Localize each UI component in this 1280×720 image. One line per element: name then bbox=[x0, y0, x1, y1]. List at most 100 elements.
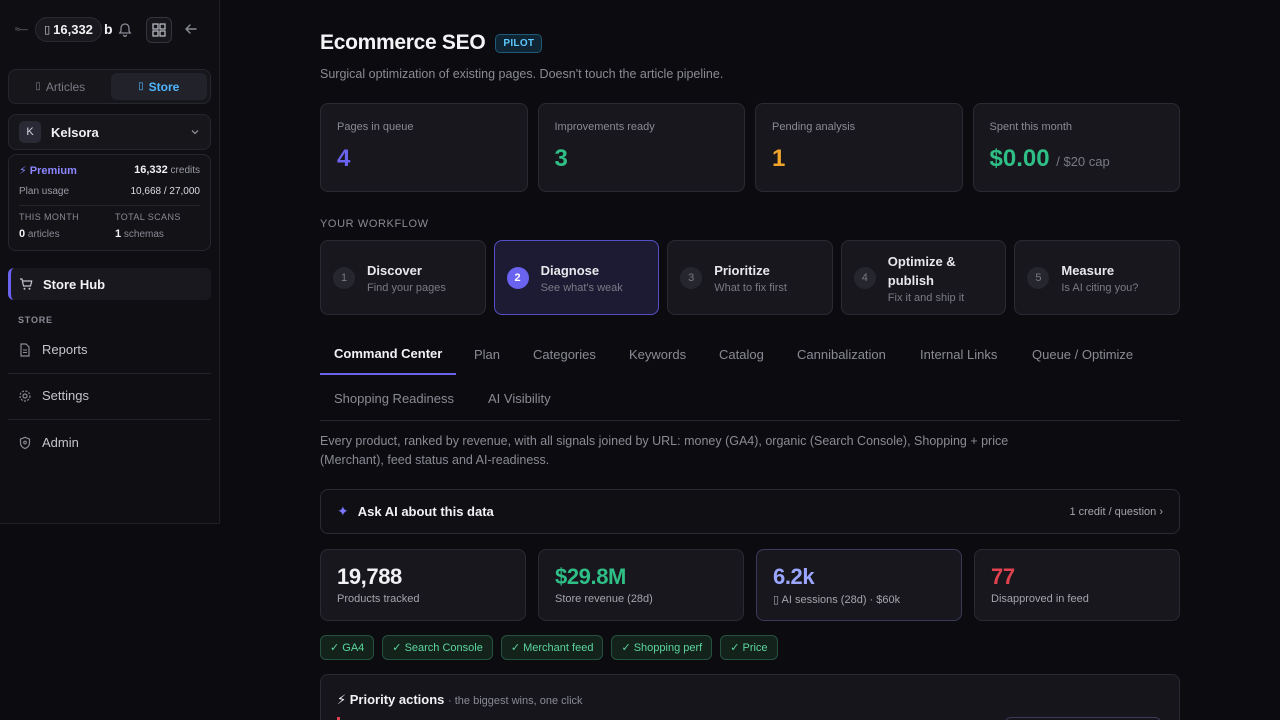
kpi-products-tracked[interactable]: 19,788 Products tracked bbox=[320, 549, 526, 621]
mode-store-tab[interactable]: ▯ Store bbox=[110, 73, 207, 100]
workflow-step-optimize[interactable]: 4 Optimize & publish Fix it and ship it bbox=[840, 240, 1007, 315]
step-text: Measure Is AI citing you? bbox=[1061, 261, 1138, 294]
this-month-label: THIS MONTH bbox=[19, 212, 79, 222]
plan-credits: 16,332 credits bbox=[134, 164, 200, 176]
store-avatar: K bbox=[19, 121, 41, 143]
workflow-step-measure[interactable]: 5 Measure Is AI citing you? bbox=[1014, 240, 1180, 315]
stat-spent-this-month[interactable]: Spent this month $0.00 / $20 cap bbox=[972, 103, 1180, 192]
source-pill-search-console[interactable]: ✓ Search Console bbox=[382, 635, 493, 660]
kpi-label: Products tracked bbox=[337, 593, 420, 605]
step-number: 4 bbox=[853, 266, 876, 289]
step-number: 3 bbox=[680, 266, 703, 289]
step-subtitle: What to fix first bbox=[714, 282, 787, 294]
sidebar: ≈— ▯ 16,332 b ▯ Articles ▯ Store K Kelso… bbox=[0, 0, 220, 524]
workflow-step-prioritize[interactable]: 3 Prioritize What to fix first bbox=[667, 240, 833, 315]
ask-ai-bar[interactable]: ✦ Ask AI about this data 1 credit / ques… bbox=[320, 489, 1180, 534]
tab-internal-links[interactable]: Internal Links bbox=[920, 333, 997, 375]
kpi-value: 19,788 bbox=[337, 564, 402, 589]
stat-cards: Pages in queue 4 Improvements ready 3 Pe… bbox=[320, 103, 1180, 192]
tab-shopping-readiness[interactable]: Shopping Readiness bbox=[334, 377, 454, 419]
plan-divider bbox=[19, 205, 200, 206]
nav-reports[interactable]: Reports bbox=[18, 342, 88, 357]
total-scans-count: 1 bbox=[115, 228, 122, 240]
this-month-value: 0 articles bbox=[19, 228, 60, 240]
nav-admin[interactable]: Admin bbox=[18, 435, 79, 450]
page-title: Ecommerce SEO bbox=[320, 31, 486, 54]
credits-pill[interactable]: ▯ 16,332 bbox=[35, 17, 102, 42]
plan-usage-label: Plan usage bbox=[19, 186, 70, 197]
chevron-down-icon bbox=[191, 130, 199, 135]
step-text: Prioritize What to fix first bbox=[714, 261, 787, 294]
source-pill-price[interactable]: ✓ Price bbox=[720, 635, 778, 660]
priority-heading: ⚡ Priority actions · the biggest wins, o… bbox=[337, 692, 583, 708]
ask-ai-cost: 1 credit / question › bbox=[1069, 505, 1163, 518]
total-scans-unit: schemas bbox=[123, 229, 164, 240]
tab-catalog[interactable]: Catalog bbox=[719, 333, 764, 375]
priority-actions-panel: ⚡ Priority actions · the biggest wins, o… bbox=[320, 674, 1180, 720]
workflow-step-diagnose[interactable]: 2 Diagnose See what's weak bbox=[493, 240, 660, 315]
step-subtitle: Find your pages bbox=[367, 282, 446, 294]
nav-store-hub[interactable]: Store Hub bbox=[8, 268, 211, 300]
plan-tier: ⚡ Premium bbox=[19, 165, 77, 177]
mode-store-label: Store bbox=[148, 79, 180, 94]
page-header: Ecommerce SEO PILOT bbox=[320, 31, 543, 55]
spent-amount: $0.00 bbox=[989, 145, 1050, 172]
stat-value: 4 bbox=[337, 145, 351, 172]
stat-improvements-ready[interactable]: Improvements ready 3 bbox=[537, 103, 745, 192]
arrow-left-icon[interactable] bbox=[183, 21, 199, 37]
tab-ai-visibility[interactable]: AI Visibility bbox=[488, 377, 551, 419]
section-description: Every product, ranked by revenue, with a… bbox=[320, 434, 1009, 467]
stat-value: 1 bbox=[772, 145, 786, 172]
stat-pending-analysis[interactable]: Pending analysis 1 bbox=[755, 103, 963, 192]
workflow-steps: 1 Discover Find your pages 2 Diagnose Se… bbox=[320, 240, 1180, 315]
step-text: Optimize & publish Fix it and ship it bbox=[888, 252, 984, 304]
stat-pages-in-queue[interactable]: Pages in queue 4 bbox=[320, 103, 528, 192]
kpi-disapproved-in-feed[interactable]: 77 Disapproved in feed bbox=[974, 549, 1180, 621]
bell-icon[interactable] bbox=[117, 21, 133, 38]
data-source-pills: ✓ GA4 ✓ Search Console ✓ Merchant feed ✓… bbox=[320, 635, 778, 660]
step-title: Optimize & publish bbox=[887, 253, 956, 288]
tab-keywords[interactable]: Keywords bbox=[629, 333, 686, 375]
step-title: Prioritize bbox=[714, 263, 770, 278]
stat-value: $0.00 / $20 cap bbox=[990, 145, 1110, 173]
nav-divider bbox=[8, 419, 211, 420]
nav-settings[interactable]: Settings bbox=[18, 388, 89, 403]
tab-cannibalization[interactable]: Cannibalization bbox=[797, 333, 886, 375]
kpi-ai-sessions[interactable]: 6.2k ▯ AI sessions (28d) · $60k bbox=[756, 549, 962, 621]
store-icon: ▯ bbox=[138, 81, 144, 92]
workflow-step-discover[interactable]: 1 Discover Find your pages bbox=[320, 240, 486, 315]
ask-ai-label: Ask AI about this data bbox=[357, 504, 494, 519]
workflow-heading: YOUR WORKFLOW bbox=[320, 218, 429, 230]
sidebar-topbar: ≈— ▯ 16,332 b bbox=[0, 0, 219, 60]
total-scans-label: TOTAL SCANS bbox=[115, 212, 181, 222]
total-scans-value: 1 schemas bbox=[115, 228, 164, 240]
tab-plan[interactable]: Plan bbox=[474, 333, 500, 375]
step-number: 1 bbox=[333, 266, 355, 289]
tab-categories[interactable]: Categories bbox=[533, 333, 596, 375]
user-initial[interactable]: b bbox=[104, 21, 113, 37]
step-number: 5 bbox=[1027, 266, 1050, 289]
store-selector[interactable]: K Kelsora bbox=[8, 114, 211, 150]
tab-queue-optimize[interactable]: Queue / Optimize bbox=[1032, 333, 1133, 375]
sparkle-icon: ✦ bbox=[337, 503, 349, 519]
source-pill-shopping-perf[interactable]: ✓ Shopping perf bbox=[611, 635, 713, 660]
step-subtitle: Fix it and ship it bbox=[887, 291, 965, 304]
this-month-unit: articles bbox=[27, 229, 60, 240]
stat-value: 3 bbox=[554, 145, 568, 172]
credits-icon: ▯ bbox=[44, 24, 51, 36]
kpi-cards: 19,788 Products tracked $29.8M Store rev… bbox=[320, 549, 1180, 621]
source-pill-ga4[interactable]: ✓ GA4 bbox=[320, 635, 375, 660]
nav-divider bbox=[8, 373, 211, 374]
mode-articles-tab[interactable]: ▯ Articles bbox=[12, 73, 109, 100]
logo[interactable]: ≈— bbox=[15, 24, 28, 34]
step-text: Discover Find your pages bbox=[367, 261, 446, 294]
plan-usage-value: 10,668 / 27,000 bbox=[130, 186, 200, 197]
apps-grid-button[interactable] bbox=[146, 17, 172, 43]
plan-credits-unit: credits bbox=[170, 165, 200, 176]
nav-admin-label: Admin bbox=[42, 435, 79, 450]
tab-command-center[interactable]: Command Center bbox=[320, 333, 457, 375]
priority-title: ⚡ Priority actions bbox=[337, 692, 445, 707]
source-pill-merchant-feed[interactable]: ✓ Merchant feed bbox=[500, 635, 604, 660]
main-content: Ecommerce SEO PILOT Surgical optimizatio… bbox=[320, 0, 1180, 720]
kpi-store-revenue[interactable]: $29.8M Store revenue (28d) bbox=[538, 549, 744, 621]
